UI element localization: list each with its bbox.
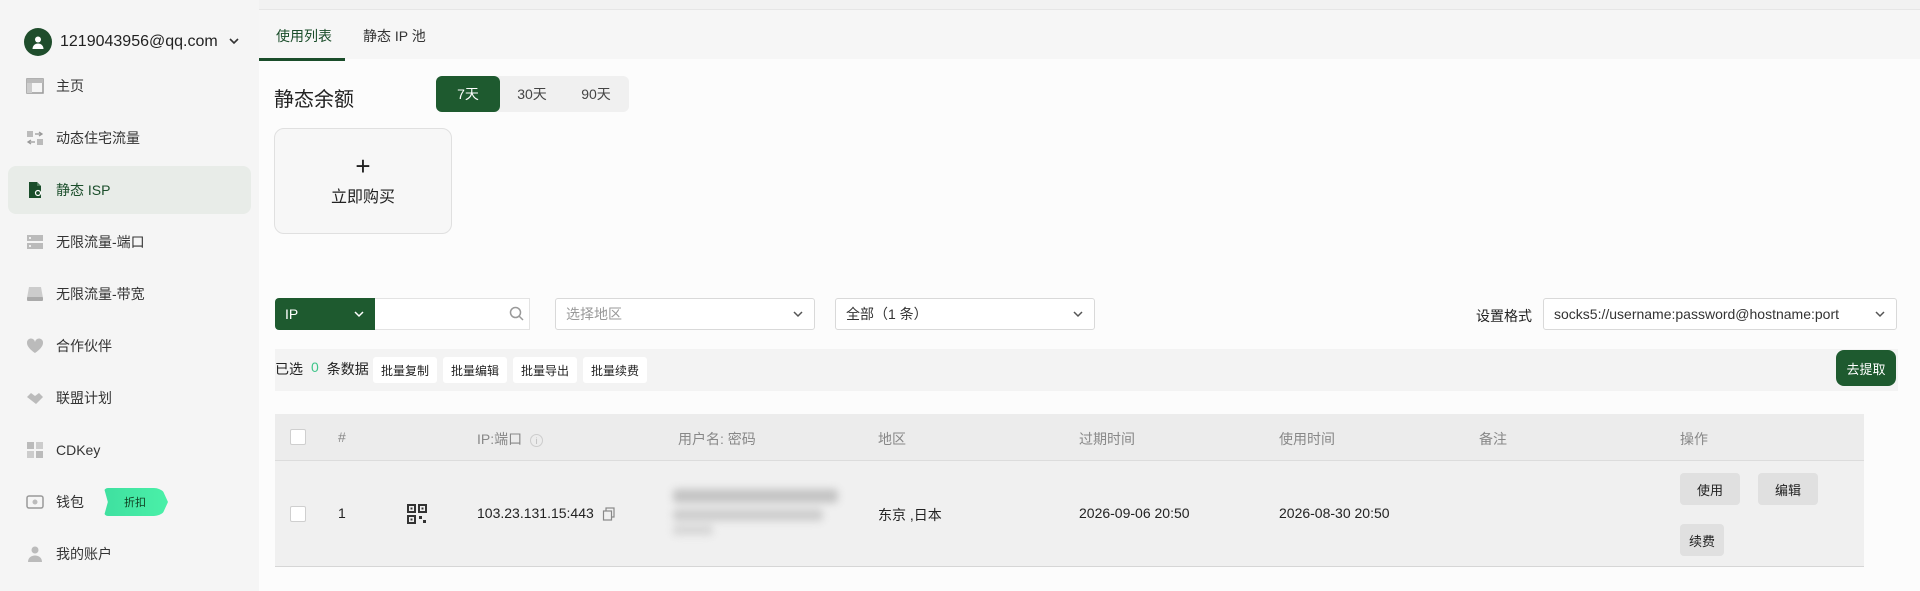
wallet-icon [26, 493, 44, 511]
select-all-checkbox[interactable] [290, 429, 306, 445]
sidebar-item-wallet[interactable]: 钱包 折扣 [8, 478, 251, 526]
search-input[interactable] [375, 298, 530, 330]
range-90d-button[interactable]: 90天 [564, 76, 628, 112]
col-credentials: 用户名: 密码 [678, 431, 756, 447]
range-toggle: 7天 30天 90天 [436, 76, 629, 112]
sidebar-item-label: 无限流量-端口 [56, 234, 145, 250]
sidebar-item-home[interactable]: 主页 [8, 62, 251, 110]
range-7d-button[interactable]: 7天 [436, 76, 500, 112]
chevron-down-icon [228, 35, 240, 50]
search-type-select[interactable]: IP [275, 298, 375, 330]
selected-count: 0 [311, 359, 319, 375]
server-icon [26, 233, 44, 251]
renew-button[interactable]: 续费 [1680, 524, 1724, 556]
tab-static-ip-pool[interactable]: 静态 IP 池 [363, 26, 426, 46]
tab-usage-list[interactable]: 使用列表 [259, 26, 345, 61]
bulk-copy-button[interactable]: 批量复制 [373, 357, 438, 383]
region-select[interactable]: 选择地区 [555, 298, 815, 330]
sidebar-item-label: 主页 [56, 78, 84, 94]
sidebar-item-dynamic-residential[interactable]: 动态住宅流量 [8, 114, 251, 162]
col-expire: 过期时间 [1079, 431, 1135, 447]
person-icon [32, 36, 44, 49]
ip-table: # IP:端口 i 用户名: 密码 地区 过期时间 使用时间 备注 操作 1 10… [275, 414, 1864, 567]
row-index: 1 [338, 505, 346, 521]
row-region: 东京 ,日本 [878, 507, 942, 523]
sidebar-item-label: 无限流量-带宽 [56, 286, 145, 302]
sidebar-item-static-isp[interactable]: 静态 ISP [8, 166, 251, 214]
sidebar-item-unlimited-port[interactable]: 无限流量-端口 [8, 218, 251, 266]
format-select[interactable]: socks5://username:password@hostname:port [1543, 298, 1897, 330]
col-note: 备注 [1479, 431, 1507, 447]
row-ip-port: 103.23.131.15:443 [477, 505, 616, 521]
table-row: 1 103.23.131.15:443 东京 ,日本 2026-09-06 20… [275, 461, 1864, 567]
row-expire: 2026-09-06 20:50 [1079, 505, 1190, 521]
selection-summary: 已选 0 条数据 [275, 359, 369, 377]
col-ip-port: IP:端口 i [477, 429, 544, 449]
file-icon [26, 181, 44, 199]
col-region: 地区 [878, 431, 906, 447]
user-email: 1219043956@qq.com [60, 33, 218, 50]
handshake-icon [26, 389, 44, 407]
sidebar-item-label: 钱包 [56, 494, 84, 510]
sidebar-item-label: CDKey [56, 442, 101, 458]
person-icon [26, 545, 44, 563]
sidebar-item-label: 联盟计划 [56, 390, 112, 406]
copy-icon[interactable] [602, 507, 616, 521]
buy-now-card[interactable]: + 立即购买 [274, 128, 452, 234]
swap-icon [26, 129, 44, 147]
sidebar-item-label: 合作伙伴 [56, 338, 112, 354]
row-use-time: 2026-08-30 20:50 [1279, 505, 1390, 521]
extract-button[interactable]: 去提取 [1836, 350, 1896, 386]
home-icon [26, 77, 44, 95]
sidebar-item-partners[interactable]: 合作伙伴 [8, 322, 251, 370]
buy-now-label: 立即购买 [330, 189, 395, 206]
chevron-down-icon [1875, 311, 1885, 318]
tab-bar: 使用列表 静态 IP 池 [259, 10, 1920, 61]
use-button[interactable]: 使用 [1680, 473, 1740, 505]
qr-code-icon[interactable] [407, 504, 427, 527]
tab-active-indicator [259, 58, 345, 61]
col-index: # [338, 429, 346, 445]
avatar [24, 28, 52, 56]
bulk-edit-button[interactable]: 批量编辑 [443, 357, 508, 383]
info-icon: i [530, 433, 544, 447]
col-actions: 操作 [1680, 431, 1708, 447]
sidebar-item-my-account[interactable]: 我的账户 [8, 530, 251, 578]
col-use-time: 使用时间 [1279, 431, 1335, 447]
status-select[interactable]: 全部（1 条） [835, 298, 1095, 330]
plus-icon: + [355, 151, 371, 181]
discount-badge: 折扣 [104, 488, 168, 516]
sidebar-item-affiliate[interactable]: 联盟计划 [8, 374, 251, 422]
grid-icon [26, 441, 44, 459]
chevron-down-icon [354, 311, 364, 318]
sidebar-item-label: 静态 ISP [56, 182, 111, 198]
sidebar-item-unlimited-bandwidth[interactable]: 无限流量-带宽 [8, 270, 251, 318]
sidebar-item-label: 我的账户 [56, 546, 112, 562]
edit-button[interactable]: 编辑 [1758, 473, 1818, 505]
format-label: 设置格式 [1476, 308, 1532, 324]
credentials-redacted [673, 489, 838, 535]
user-menu[interactable]: 1219043956@qq.com [24, 27, 240, 57]
sidebar-item-label: 动态住宅流量 [56, 130, 140, 146]
row-checkbox[interactable] [290, 506, 306, 522]
drive-icon [26, 285, 44, 303]
balance-title: 静态余额 [274, 89, 354, 111]
bulk-renew-button[interactable]: 批量续费 [583, 357, 648, 383]
sidebar: 1219043956@qq.com 主页 动态住宅流量 静态 ISP 无限流量-… [0, 0, 259, 591]
sidebar-item-cdkey[interactable]: CDKey [8, 426, 251, 474]
range-30d-button[interactable]: 30天 [500, 76, 564, 112]
bulk-action-bar: 已选 0 条数据 批量复制 批量编辑 批量导出 批量续费 [275, 349, 1898, 391]
bulk-export-button[interactable]: 批量导出 [513, 357, 578, 383]
heart-icon [26, 337, 44, 355]
search-icon[interactable] [508, 305, 526, 323]
chevron-down-icon [793, 311, 803, 318]
top-bar [259, 0, 1920, 10]
table-header: # IP:端口 i 用户名: 密码 地区 过期时间 使用时间 备注 操作 [275, 414, 1864, 461]
chevron-down-icon [1073, 311, 1083, 318]
